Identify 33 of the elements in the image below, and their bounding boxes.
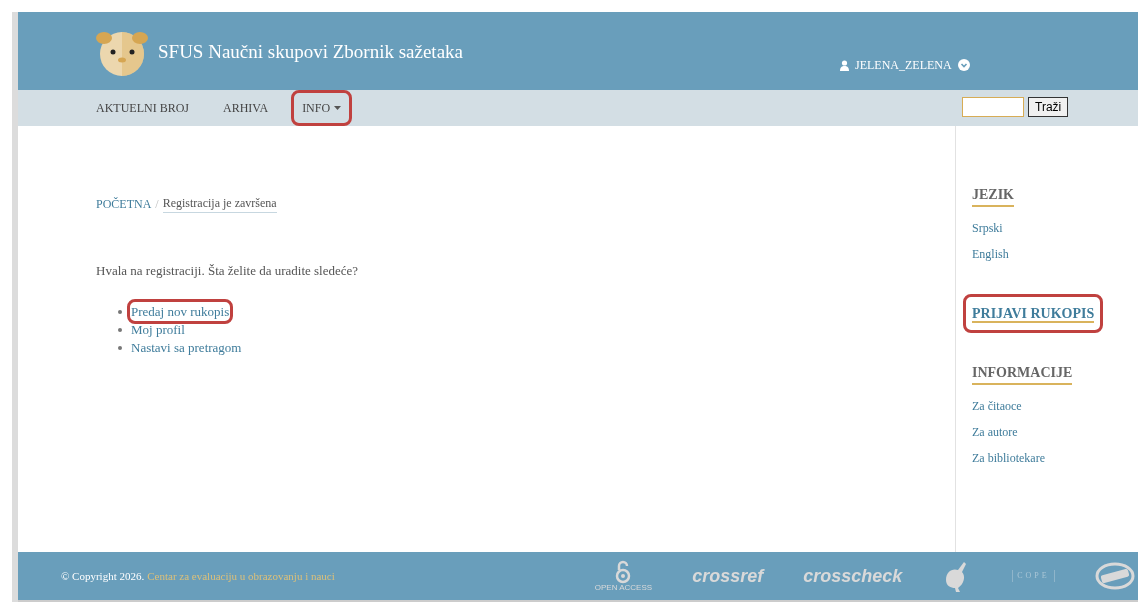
bullet-icon bbox=[118, 327, 122, 332]
action-link[interactable]: Predaj nov rukopis bbox=[130, 301, 231, 322]
logo-text: OPEN ACCESS bbox=[594, 584, 653, 592]
padlock-icon bbox=[615, 560, 632, 584]
sidebar-link[interactable]: English bbox=[972, 241, 1138, 267]
user-menu[interactable]: JELENA_ZELENA bbox=[840, 56, 970, 74]
action-link[interactable]: Nastavi sa pretragom bbox=[130, 337, 243, 358]
bullet-icon bbox=[118, 309, 122, 314]
breadcrumb-current: Registracija je završena bbox=[162, 194, 277, 213]
sidebar-heading: JEZIK bbox=[972, 184, 1014, 207]
logo-text: crossref bbox=[692, 567, 764, 585]
nav-item[interactable]: AKTUELNI BROJ bbox=[96, 93, 197, 123]
nav-item[interactable]: INFO bbox=[294, 93, 350, 123]
search-field[interactable] bbox=[962, 97, 1024, 117]
chevron-down-icon bbox=[957, 59, 970, 71]
submit-manuscript-link[interactable]: PRIJAVI RUKOPIS bbox=[966, 297, 1101, 330]
seal-icon bbox=[1094, 562, 1135, 590]
sidebar-link[interactable]: Za čitaoce bbox=[972, 393, 1138, 419]
copyright-text: © Copyright 2026. bbox=[61, 568, 145, 584]
search-button[interactable]: Traži bbox=[1028, 97, 1069, 117]
user-icon bbox=[840, 59, 849, 71]
logo-text: crosscheck bbox=[803, 567, 903, 585]
sidebar-link[interactable]: Za bibliotekare bbox=[972, 445, 1138, 471]
breadcrumb-separator: / bbox=[155, 195, 159, 213]
bullet-icon bbox=[118, 345, 122, 350]
breadcrumb-link[interactable]: POČETNA bbox=[96, 194, 152, 213]
sidebar-heading: INFORMACIJE bbox=[972, 362, 1073, 385]
message-text: Hvala na registraciji. Šta želite da uradite sledeće? bbox=[96, 262, 360, 280]
action-link[interactable]: Moj profil bbox=[130, 319, 186, 340]
sidebar-link[interactable]: Srpski bbox=[972, 215, 1138, 241]
site-title[interactable]: SFUS Naučni skupovi Zbornik sažetaka bbox=[158, 38, 463, 67]
sidebar-link[interactable]: Za autore bbox=[972, 419, 1138, 445]
nav-item[interactable]: ARHIVA bbox=[215, 93, 277, 123]
